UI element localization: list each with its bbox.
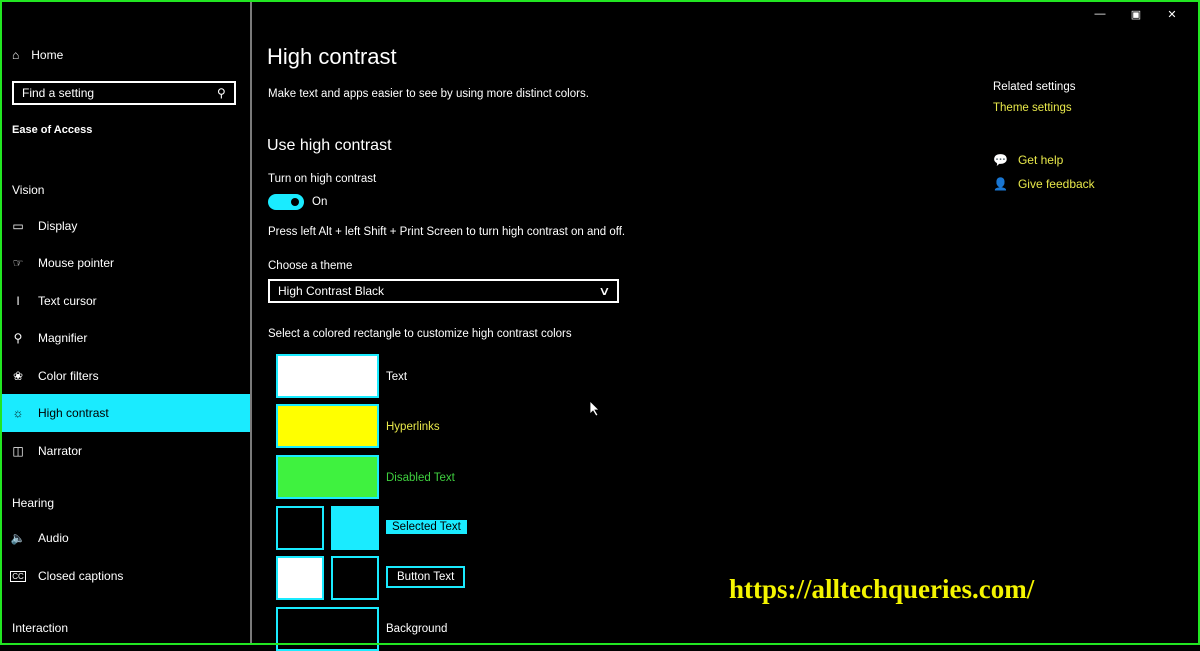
sidebar-item-display[interactable]: ▭ Display [2, 207, 250, 245]
display-icon: ▭ [12, 219, 24, 233]
watermark: https://alltechqueries.com/ [729, 574, 1035, 604]
sidebar-item-label: High contrast [38, 406, 109, 420]
toggle-state: On [312, 196, 328, 208]
selected-text-fg-swatch[interactable] [276, 506, 324, 550]
hyperlinks-color-label: Hyperlinks [386, 421, 440, 433]
sidebar-item-color-filters[interactable]: ❀ Color filters [2, 357, 250, 395]
theme-label: Choose a theme [268, 260, 353, 272]
get-help-icon: 💬 [993, 153, 1008, 167]
theme-settings-link[interactable]: Theme settings [993, 102, 1072, 114]
button-text-bg-swatch[interactable] [331, 556, 379, 600]
sidebar-item-mouse-pointer[interactable]: ☞ Mouse pointer [2, 244, 250, 282]
magnifier-icon: ⚲ [13, 331, 23, 345]
sidebar-item-label: Closed captions [38, 569, 124, 583]
selected-text-bg-swatch[interactable] [331, 506, 379, 550]
section-heading-hearing: Hearing [12, 496, 55, 510]
sidebar-item-label: Display [38, 219, 78, 233]
sidebar-divider [250, 2, 252, 643]
home-label: Home [31, 48, 64, 62]
chevron-down-icon: ∨ [598, 284, 611, 298]
page-description: Make text and apps easier to see by usin… [268, 88, 589, 100]
home-icon: ⌂ [12, 48, 20, 62]
give-feedback-link[interactable]: Give feedback [1018, 177, 1095, 191]
selected-text-label: Selected Text [386, 520, 467, 534]
sidebar-item-label: Mouse pointer [38, 256, 115, 270]
search-input[interactable] [22, 86, 218, 100]
theme-dropdown[interactable]: High Contrast Black ∨ [268, 279, 619, 303]
toggle-knob [291, 198, 299, 206]
sidebar-item-closed-captions[interactable]: CC Closed captions [2, 557, 250, 595]
sidebar-item-label: Color filters [38, 369, 99, 383]
sidebar-item-text-cursor[interactable]: I Text cursor [2, 282, 250, 320]
background-color-swatch[interactable] [276, 607, 379, 651]
sidebar-home[interactable]: ⌂ Home [12, 48, 63, 62]
color-filters-icon: ❀ [12, 369, 24, 383]
sidebar-item-audio[interactable]: 🔈 Audio [2, 519, 250, 557]
category-title: Ease of Access [12, 124, 93, 136]
related-settings-heading: Related settings [993, 81, 1076, 93]
theme-dropdown-value: High Contrast Black [278, 284, 385, 298]
button-text-label: Button Text [386, 566, 466, 588]
search-icon[interactable]: ⚲ [217, 86, 226, 100]
background-color-label: Background [386, 623, 448, 635]
give-feedback-icon: 👤 [993, 177, 1008, 191]
close-button[interactable]: ✕ [1154, 4, 1190, 24]
window-controls: — ▣ ✕ [1082, 4, 1190, 24]
sidebar-item-magnifier[interactable]: ⚲ Magnifier [2, 319, 250, 357]
narrator-icon: ◫ [12, 444, 24, 458]
mouse-cursor-icon [590, 401, 600, 417]
get-help-row[interactable]: 💬 Get help [993, 153, 1063, 167]
high-contrast-icon: ☼ [12, 406, 24, 420]
sidebar-item-label: Magnifier [38, 331, 88, 345]
search-box[interactable]: ⚲ [12, 81, 236, 105]
page-title: High contrast [267, 44, 397, 69]
shortcut-hint: Press left Alt + left Shift + Print Scre… [268, 226, 626, 238]
disabled-text-color-swatch[interactable] [276, 455, 379, 499]
text-cursor-icon: I [16, 294, 20, 308]
section-heading-vision: Vision [12, 183, 45, 197]
section-title: Use high contrast [267, 137, 392, 154]
sidebar-item-label: Audio [38, 531, 69, 545]
hyperlinks-color-swatch[interactable] [276, 404, 379, 448]
minimize-button[interactable]: — [1082, 4, 1118, 24]
mouse-pointer-icon: ☞ [12, 256, 24, 270]
button-text-fg-swatch[interactable] [276, 556, 324, 600]
give-feedback-row[interactable]: 👤 Give feedback [993, 177, 1095, 191]
high-contrast-toggle[interactable] [268, 194, 304, 210]
section-heading-interaction: Interaction [12, 621, 69, 635]
text-color-swatch[interactable] [276, 354, 379, 398]
customize-hint: Select a colored rectangle to customize … [268, 328, 572, 340]
sidebar-item-high-contrast[interactable]: ☼ High contrast [2, 394, 250, 432]
closed-captions-icon: CC [10, 570, 26, 582]
audio-icon: 🔈 [10, 531, 26, 545]
sidebar-item-label: Text cursor [38, 294, 97, 308]
sidebar-item-narrator[interactable]: ◫ Narrator [2, 432, 250, 470]
restore-button[interactable]: ▣ [1118, 4, 1154, 24]
get-help-link[interactable]: Get help [1018, 153, 1063, 167]
toggle-label: Turn on high contrast [268, 173, 377, 185]
text-color-label: Text [386, 371, 408, 383]
sidebar-item-label: Narrator [38, 444, 83, 458]
disabled-text-color-label: Disabled Text [386, 472, 455, 484]
